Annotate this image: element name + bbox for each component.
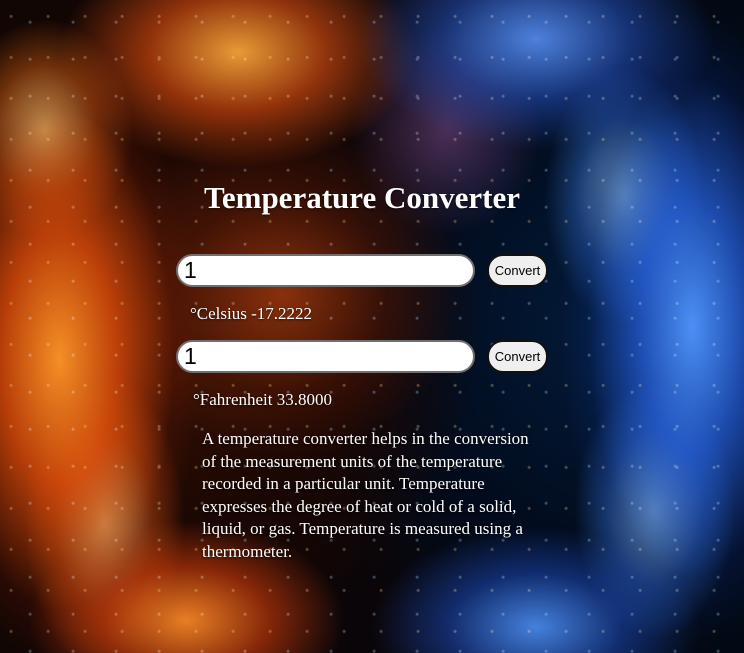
celsius-input[interactable]: [176, 254, 475, 287]
fahrenheit-input-row: Convert: [176, 340, 548, 373]
fahrenheit-result: °Fahrenheit 33.8000: [193, 390, 332, 409]
celsius-input-row: Convert: [176, 254, 548, 287]
converter-container: Temperature Converter Convert °Celsius -…: [0, 0, 744, 653]
celsius-result: °Celsius -17.2222: [190, 304, 313, 323]
fahrenheit-input[interactable]: [176, 340, 475, 373]
celsius-convert-button[interactable]: Convert: [487, 254, 548, 287]
description-text: A temperature converter helps in the con…: [202, 429, 529, 561]
page-title: Temperature Converter: [204, 180, 520, 215]
fahrenheit-convert-button[interactable]: Convert: [487, 340, 548, 373]
